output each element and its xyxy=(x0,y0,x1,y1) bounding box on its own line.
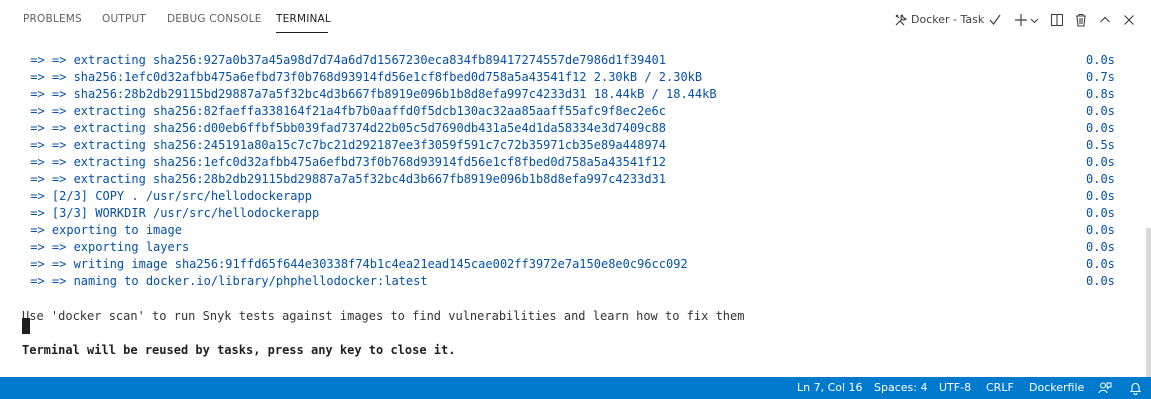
tab-problems[interactable]: PROBLEMS xyxy=(23,13,82,25)
terminal-line-duration: 0.0s xyxy=(1086,223,1115,237)
status-bar: Ln 7, Col 16 Spaces: 4 UTF-8 CRLF Docker… xyxy=(0,377,1151,399)
active-tab-indicator xyxy=(276,32,328,33)
tab-output[interactable]: OUTPUT xyxy=(102,13,146,25)
terminal-scrollbar[interactable] xyxy=(1146,228,1151,377)
terminal-line: => [3/3] WORKDIR /usr/src/hellodockerapp xyxy=(23,206,320,220)
terminal-line-duration: 0.0s xyxy=(1086,155,1115,169)
split-icon[interactable] xyxy=(1049,9,1065,31)
feedback-icon[interactable] xyxy=(1097,377,1113,399)
terminal-line: => => extracting sha256:927a0b37a45a98d7… xyxy=(23,53,666,67)
terminal[interactable]: => => extracting sha256:927a0b37a45a98d7… xyxy=(0,40,1151,377)
terminal-line: => => exporting layers xyxy=(23,240,190,254)
terminal-line: => => extracting sha256:82faeffa338164f2… xyxy=(23,104,666,118)
reuse-message: Terminal will be reused by tasks, press … xyxy=(22,343,456,357)
terminal-line: => [2/3] COPY . /usr/src/hellodockerapp xyxy=(23,189,312,203)
tools-icon xyxy=(893,9,909,31)
terminal-line: => => extracting sha256:d00eb6ffbf5bb039… xyxy=(23,121,666,135)
check-icon[interactable] xyxy=(987,9,1003,31)
scan-message: Use 'docker scan' to run Snyk tests agai… xyxy=(22,309,745,323)
tab-debug-console[interactable]: DEBUG CONSOLE xyxy=(167,13,262,25)
terminal-line-duration: 0.0s xyxy=(1086,240,1115,254)
status-cursor-position[interactable]: Ln 7, Col 16 xyxy=(797,377,863,399)
terminal-line: => => sha256:28b2db29115bd29887a7a5f32bc… xyxy=(23,87,717,101)
terminal-line-duration: 0.8s xyxy=(1086,87,1115,101)
chevron-up-icon[interactable] xyxy=(1097,9,1113,31)
terminal-line-duration: 0.0s xyxy=(1086,189,1115,203)
terminal-line-duration: 0.0s xyxy=(1086,121,1115,135)
task-selector-label[interactable]: Docker - Task xyxy=(911,13,984,26)
terminal-line-duration: 0.0s xyxy=(1086,257,1115,271)
status-language-mode[interactable]: Dockerfile xyxy=(1029,377,1084,399)
panel-actions: Docker - Task xyxy=(891,9,1151,31)
terminal-cursor xyxy=(22,318,30,334)
terminal-line-duration: 0.7s xyxy=(1086,70,1115,84)
terminal-line: => exporting to image xyxy=(23,223,182,237)
terminal-line: => => extracting sha256:1efc0d32afbb475a… xyxy=(23,155,666,169)
chevron-down-icon[interactable] xyxy=(1029,9,1039,31)
terminal-line: => => naming to docker.io/library/phphel… xyxy=(23,274,428,288)
terminal-line: => => extracting sha256:28b2db29115bd298… xyxy=(23,172,666,186)
status-eol[interactable]: CRLF xyxy=(986,377,1014,399)
status-indentation[interactable]: Spaces: 4 xyxy=(874,377,927,399)
terminal-line-duration: 0.5s xyxy=(1086,138,1115,152)
tab-terminal[interactable]: TERMINAL xyxy=(276,13,331,25)
terminal-line: => => sha256:1efc0d32afbb475a6efbd73f0b7… xyxy=(23,70,703,84)
terminal-line-duration: 0.0s xyxy=(1086,274,1115,288)
panel-header: PROBLEMS OUTPUT DEBUG CONSOLE TERMINAL D… xyxy=(0,0,1151,40)
terminal-line-duration: 0.0s xyxy=(1086,172,1115,186)
status-encoding[interactable]: UTF-8 xyxy=(939,377,971,399)
terminal-line-duration: 0.0s xyxy=(1086,53,1115,67)
bell-icon[interactable] xyxy=(1127,377,1143,399)
terminal-line: => => extracting sha256:245191a80a15c7c7… xyxy=(23,138,666,152)
terminal-line: => => writing image sha256:91ffd65f644e3… xyxy=(23,257,688,271)
close-icon[interactable] xyxy=(1121,9,1137,31)
plus-icon[interactable] xyxy=(1013,9,1029,31)
trash-icon[interactable] xyxy=(1073,9,1089,31)
terminal-line-duration: 0.0s xyxy=(1086,104,1115,118)
terminal-line-duration: 0.0s xyxy=(1086,206,1115,220)
